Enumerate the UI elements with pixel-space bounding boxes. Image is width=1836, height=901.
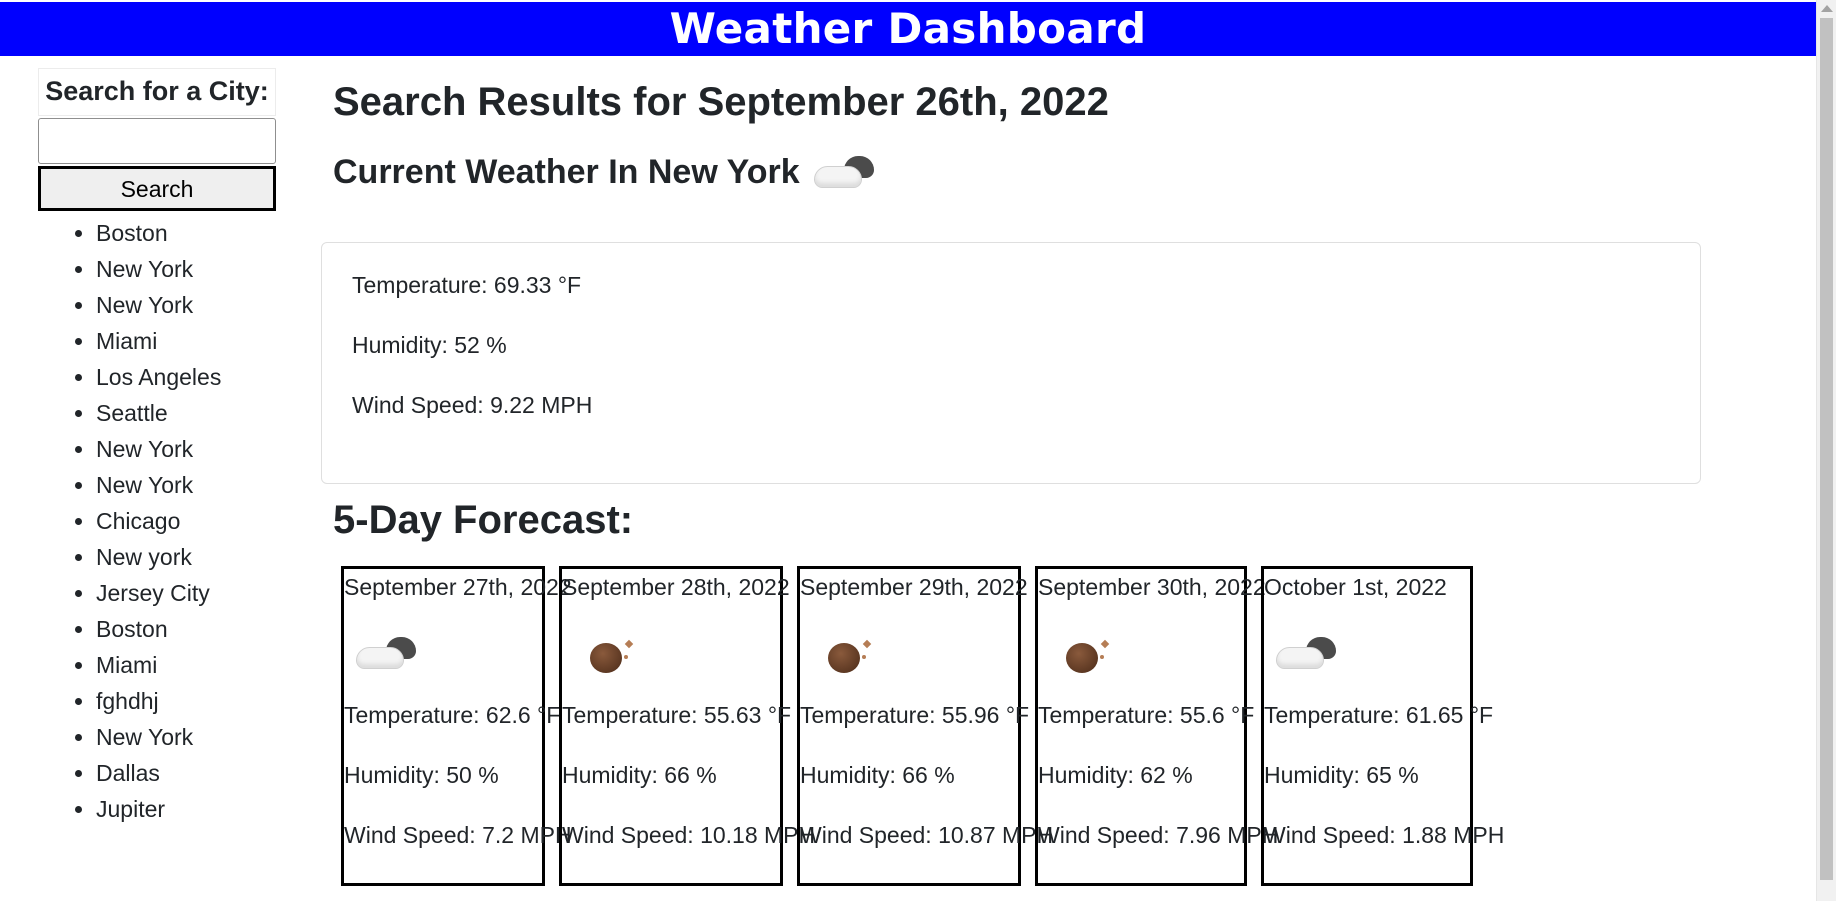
forecast-humidity: Humidity: 66 %: [800, 762, 955, 788]
history-item[interactable]: Boston: [96, 215, 276, 251]
clear-night-icon: [570, 633, 636, 673]
cloud-front-shape: [1276, 647, 1324, 669]
forecast-temperature: Temperature: 55.96 °F: [800, 702, 1030, 728]
results-title: Search Results for September 26th, 2022: [333, 80, 1109, 124]
forecast-temperature: Temperature: 55.6 °F: [1038, 702, 1255, 728]
forecast-icon-container: [1038, 605, 1244, 701]
history-item[interactable]: Jersey City: [96, 575, 276, 611]
star-shape: [1100, 655, 1104, 659]
moon-shape: [1066, 643, 1098, 673]
forecast-wind-speed: Wind Speed: 1.88 MPH: [1264, 822, 1505, 848]
star-shape: [624, 639, 634, 649]
star-shape: [624, 655, 628, 659]
forecast-card: September 29th, 2022 Temperature: 55.96 °…: [797, 566, 1054, 886]
history-item[interactable]: New York: [96, 251, 276, 287]
forecast-temperature: Temperature: 55.63 °F: [562, 702, 792, 728]
forecast-icon-container: [1264, 605, 1470, 701]
forecast-icon-container: [562, 605, 780, 701]
city-search-input[interactable]: [38, 118, 276, 164]
forecast-wind-speed: Wind Speed: 10.87 MPH: [800, 822, 1054, 848]
forecast-card: October 1st, 2022 Temperature: 61.65 °F Hu…: [1261, 566, 1505, 886]
page-header: Weather Dashboard: [0, 2, 1816, 56]
current-wind-speed: Wind Speed: 9.22 MPH: [352, 392, 593, 418]
history-item[interactable]: Chicago: [96, 503, 276, 539]
history-item[interactable]: Jupiter: [96, 791, 276, 827]
history-item[interactable]: New York: [96, 431, 276, 467]
search-label: Search for a City:: [38, 68, 276, 116]
forecast-card: September 27th, 2022 Temperature: 62.6 °F…: [341, 566, 572, 886]
history-item[interactable]: New York: [96, 287, 276, 323]
forecast-date: September 30th, 2022: [1038, 574, 1266, 600]
forecast-wind-speed: Wind Speed: 7.96 MPH: [1038, 822, 1279, 848]
history-item[interactable]: Seattle: [96, 395, 276, 431]
history-item[interactable]: fghdhj: [96, 683, 276, 719]
history-item[interactable]: Miami: [96, 647, 276, 683]
forecast-icon-container: [800, 605, 1018, 701]
current-weather-title: Current Weather In New York: [333, 152, 876, 192]
forecast-card: September 30th, 2022 Temperature: 55.6 °F…: [1035, 566, 1279, 886]
star-shape: [1100, 639, 1110, 649]
cloud-front-shape: [813, 166, 862, 188]
clear-night-icon: [808, 633, 874, 673]
forecast-wind-speed: Wind Speed: 7.2 MPH: [344, 822, 572, 848]
history-item[interactable]: New york: [96, 539, 276, 575]
history-item[interactable]: New York: [96, 719, 276, 755]
forecast-date: October 1st, 2022: [1264, 574, 1447, 600]
forecast-date: September 29th, 2022: [800, 574, 1028, 600]
partly-cloudy-icon: [352, 633, 418, 673]
cloud-front-shape: [356, 647, 404, 669]
sidebar: Search for a City: Search BostonNew York…: [38, 68, 276, 827]
forecast-temperature: Temperature: 61.65 °F: [1264, 702, 1494, 728]
history-item[interactable]: New York: [96, 467, 276, 503]
current-temperature: Temperature: 69.33 °F: [352, 272, 582, 298]
star-shape: [862, 639, 872, 649]
star-shape: [862, 655, 866, 659]
forecast-humidity: Humidity: 62 %: [1038, 762, 1193, 788]
scroll-thumb[interactable]: [1820, 18, 1833, 880]
forecast-title: 5-Day Forecast:: [333, 498, 634, 542]
forecast-card: September 28th, 2022 Temperature: 55.63 °…: [559, 566, 816, 886]
forecast-wind-speed: Wind Speed: 10.18 MPH: [562, 822, 816, 848]
search-history-list: BostonNew YorkNew YorkMiamiLos AngelesSe…: [38, 215, 276, 827]
current-weather-title-text: Current Weather In New York: [333, 152, 800, 191]
forecast-humidity: Humidity: 50 %: [344, 762, 499, 788]
scroll-up-arrow-icon[interactable]: [1821, 5, 1833, 12]
partly-cloudy-icon: [810, 152, 876, 192]
history-item[interactable]: Dallas: [96, 755, 276, 791]
forecast-row: September 27th, 2022 Temperature: 62.6 °F…: [341, 566, 1505, 886]
forecast-date: September 28th, 2022: [562, 574, 790, 600]
current-humidity: Humidity: 52 %: [352, 332, 507, 358]
forecast-humidity: Humidity: 66 %: [562, 762, 717, 788]
forecast-date: September 27th, 2022: [344, 574, 572, 600]
weather-dashboard-page: Weather Dashboard Search for a City: Sea…: [0, 0, 1836, 901]
forecast-icon-container: [344, 605, 542, 701]
history-item[interactable]: Boston: [96, 611, 276, 647]
search-button[interactable]: Search: [38, 166, 276, 211]
moon-shape: [828, 643, 860, 673]
history-item[interactable]: Miami: [96, 323, 276, 359]
forecast-humidity: Humidity: 65 %: [1264, 762, 1419, 788]
partly-cloudy-icon: [1272, 633, 1338, 673]
history-item[interactable]: Los Angeles: [96, 359, 276, 395]
clear-night-icon: [1046, 633, 1112, 673]
moon-shape: [590, 643, 622, 673]
page-scrollbar[interactable]: [1816, 0, 1836, 901]
forecast-temperature: Temperature: 62.6 °F: [344, 702, 561, 728]
current-weather-card: Temperature: 69.33 °F Humidity: 52 % Win…: [321, 242, 1701, 484]
